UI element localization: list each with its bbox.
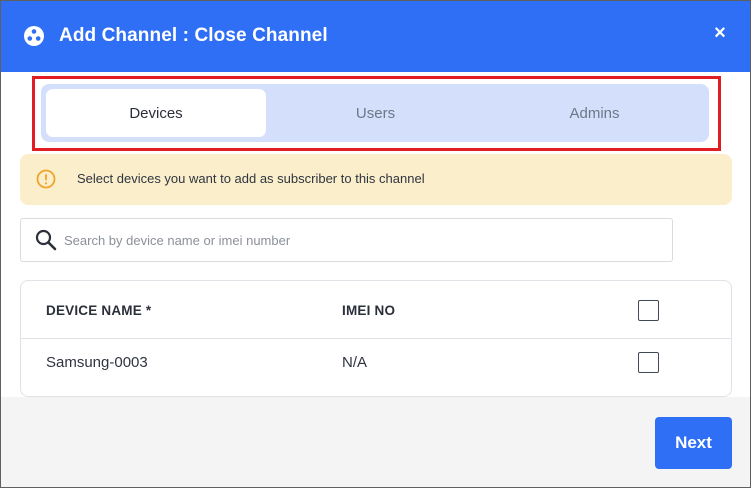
info-text: Select devices you want to add as subscr…	[77, 171, 425, 186]
column-header-device-name: DEVICE NAME *	[46, 302, 152, 318]
modal-footer	[1, 397, 750, 487]
close-button[interactable]: ×	[712, 23, 728, 43]
channel-icon	[24, 26, 44, 46]
imei-cell: N/A	[342, 353, 368, 371]
modal-title: Add Channel : Close Channel	[59, 25, 328, 46]
next-button[interactable]: Next	[655, 417, 732, 469]
modal-header: Add Channel : Close Channel ×	[1, 1, 750, 72]
select-all-cell	[638, 281, 659, 339]
tab-users[interactable]: Users	[266, 89, 485, 137]
device-name-cell: Samsung-0003	[46, 353, 148, 371]
row-checkbox[interactable]	[638, 351, 659, 373]
search-input[interactable]	[64, 225, 664, 255]
tab-bar: Devices Users Admins	[41, 84, 709, 142]
tab-devices[interactable]: Devices	[46, 89, 266, 137]
devices-table: DEVICE NAME * IMEI NO Samsung-0003 N/A	[20, 280, 732, 397]
search-box	[20, 218, 673, 262]
table-header-row: DEVICE NAME * IMEI NO	[21, 281, 731, 339]
select-all-checkbox[interactable]	[638, 299, 659, 321]
tab-admins[interactable]: Admins	[485, 89, 704, 137]
info-icon	[36, 169, 56, 189]
row-select-cell	[638, 333, 659, 391]
search-icon	[35, 229, 57, 251]
info-banner: Select devices you want to add as subscr…	[20, 154, 732, 205]
add-channel-modal: Add Channel : Close Channel × Devices Us…	[0, 0, 751, 488]
table-row[interactable]: Samsung-0003 N/A	[21, 339, 731, 396]
column-header-imei: IMEI NO	[342, 302, 396, 318]
